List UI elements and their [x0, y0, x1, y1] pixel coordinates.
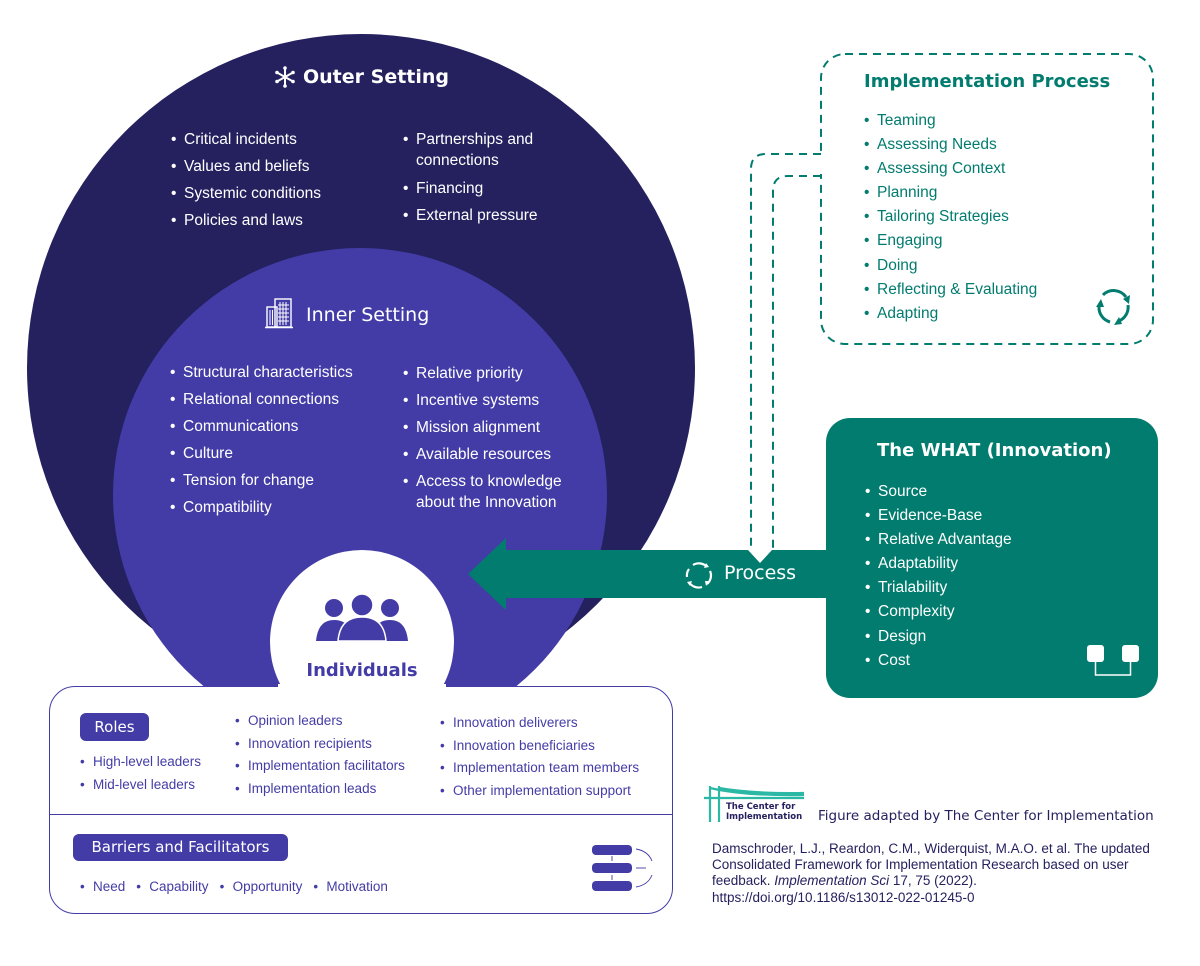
- list-item: Doing: [864, 256, 1037, 275]
- roles-list-col3: Innovation deliverers Innovation benefic…: [440, 714, 639, 804]
- list-item: Assessing Needs: [864, 135, 1037, 154]
- list-item: Relative priority: [403, 364, 583, 383]
- list-item: Mid-level leaders: [80, 776, 201, 793]
- list-item: Assessing Context: [864, 159, 1037, 178]
- citation: Damschroder, L.J., Reardon, C.M., Widerq…: [712, 841, 1162, 906]
- roles-list-col1: High-level leaders Mid-level leaders: [80, 753, 201, 798]
- figure-credit: Figure adapted by The Center for Impleme…: [818, 808, 1154, 824]
- list-item: Adapting: [864, 304, 1037, 323]
- list-item: Incentive systems: [403, 391, 583, 410]
- list-item: Implementation team members: [440, 759, 639, 776]
- list-item: Complexity: [865, 602, 1012, 621]
- cycle-arrows-icon: [685, 562, 713, 589]
- dashed-connector-inner: [772, 175, 821, 550]
- cycle-arrows-icon: [1096, 289, 1130, 325]
- list-item: Reflecting & Evaluating: [864, 280, 1037, 299]
- list-item: Innovation deliverers: [440, 714, 639, 731]
- list-item: Capability: [136, 878, 208, 895]
- list-item: Access to knowledge about the Innovation: [403, 472, 583, 513]
- process-label: Process: [724, 562, 797, 584]
- list-item: Teaming: [864, 111, 1037, 130]
- list-item: Available resources: [403, 445, 583, 464]
- list-item: Evidence-Base: [865, 506, 1012, 525]
- roles-list-col2: Opinion leaders Innovation recipients Im…: [235, 712, 405, 802]
- list-item: Need: [80, 878, 125, 895]
- list-item: Opportunity: [220, 878, 303, 895]
- list-item: Engaging: [864, 231, 1037, 250]
- list-item: Other implementation support: [440, 782, 639, 799]
- implementation-process-title: Implementation Process: [864, 71, 1111, 92]
- buildings-icon: [265, 298, 293, 329]
- logo-text: The Center for Implementation: [726, 802, 803, 822]
- list-item: Tension for change: [170, 471, 353, 490]
- list-item: Planning: [864, 183, 1037, 202]
- innovation-list: Source Evidence-Base Relative Advantage …: [865, 482, 1012, 675]
- list-item: Policies and laws: [171, 211, 321, 230]
- innovation-title: The WHAT (Innovation): [877, 440, 1112, 461]
- list-item: Mission alignment: [403, 418, 583, 437]
- list-item: Partnerships and connections: [403, 130, 553, 171]
- list-item: Relational connections: [170, 390, 353, 409]
- list-item: High-level leaders: [80, 753, 201, 770]
- list-item: Source: [865, 482, 1012, 501]
- divider: [49, 814, 673, 815]
- inner-setting-list-col1: Structural characteristics Relational co…: [170, 363, 353, 525]
- dashed-connector-outer: [750, 153, 821, 550]
- outer-setting-title: Outer Setting: [303, 66, 450, 88]
- doi-link[interactable]: https://doi.org/10.1186/s13012-022-01245…: [712, 890, 974, 905]
- inner-setting-list-col2: Relative priority Incentive systems Miss…: [403, 364, 583, 521]
- citation-journal: Implementation Sci: [774, 873, 890, 889]
- connected-blocks-icon: [1087, 645, 1139, 676]
- list-item: Opinion leaders: [235, 712, 405, 729]
- implementation-process-list: Teaming Assessing Needs Assessing Contex…: [864, 111, 1037, 328]
- list-item: Adaptability: [865, 554, 1012, 573]
- individuals-title: Individuals: [306, 660, 418, 681]
- list-item: External pressure: [403, 206, 553, 225]
- barriers-facilitators-badge: Barriers and Facilitators: [73, 834, 288, 861]
- roles-badge: Roles: [80, 713, 149, 741]
- list-item: Cost: [865, 651, 1012, 670]
- list-item: Communications: [170, 417, 353, 436]
- list-item: Implementation leads: [235, 780, 405, 797]
- outer-setting-list-col1: Critical incidents Values and beliefs Sy…: [171, 130, 321, 238]
- barriers-list: Need Capability Opportunity Motivation: [80, 878, 388, 895]
- list-item: Innovation beneficiaries: [440, 737, 639, 754]
- list-item: Implementation facilitators: [235, 757, 405, 774]
- list-item: Structural characteristics: [170, 363, 353, 382]
- logo-text-line2: Implementation: [726, 811, 803, 822]
- list-item: Trialability: [865, 578, 1012, 597]
- list-item: Values and beliefs: [171, 157, 321, 176]
- people-group-icon: [316, 594, 408, 642]
- list-item: Innovation recipients: [235, 735, 405, 752]
- list-item: Culture: [170, 444, 353, 463]
- stacked-steps-icon: [592, 845, 653, 891]
- list-item: Financing: [403, 179, 553, 198]
- outer-setting-list-col2: Partnerships and connections Financing E…: [403, 130, 553, 233]
- citation-volume: 17, 75 (2022).: [889, 873, 977, 889]
- list-item: Critical incidents: [171, 130, 321, 149]
- list-item: Systemic conditions: [171, 184, 321, 203]
- circle-box-join: [278, 684, 446, 688]
- inner-setting-title: Inner Setting: [306, 304, 430, 326]
- list-item: Design: [865, 627, 1012, 646]
- list-item: Relative Advantage: [865, 530, 1012, 549]
- asterisk-icon: [275, 66, 295, 88]
- list-item: Tailoring Strategies: [864, 207, 1037, 226]
- list-item: Motivation: [313, 878, 388, 895]
- list-item: Compatibility: [170, 498, 353, 517]
